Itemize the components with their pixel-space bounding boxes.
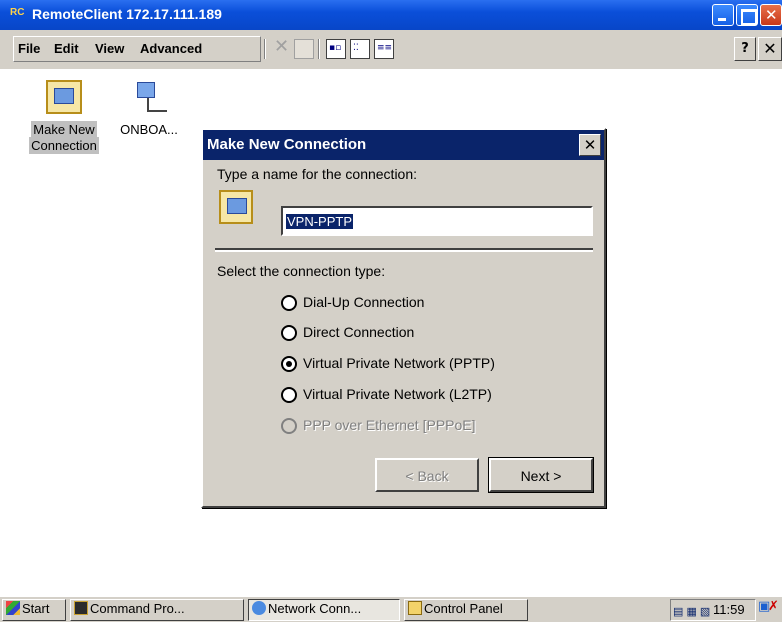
menu-edit[interactable]: Edit: [54, 41, 79, 56]
menu-advanced[interactable]: Advanced: [140, 41, 202, 56]
network-connection-icon: [131, 80, 167, 114]
title-bar[interactable]: RC RemoteClient 172.17.111.189: [0, 0, 782, 30]
radio-button[interactable]: [281, 325, 297, 341]
start-label: Start: [22, 601, 50, 616]
task-label: Control Panel: [424, 601, 503, 616]
radio-button-selected[interactable]: [281, 356, 297, 372]
item-label: ONBOA...: [120, 122, 178, 137]
onboard-connection-item[interactable]: ONBOA...: [114, 80, 184, 137]
tray-status-icons[interactable]: ▤ ▦ ▧: [673, 603, 711, 618]
window-title: RemoteClient 172.17.111.189: [32, 6, 222, 22]
window-close-button[interactable]: [760, 4, 782, 26]
minimize-button[interactable]: [712, 4, 734, 26]
task-control-panel[interactable]: Control Panel: [404, 599, 528, 621]
radio-label: PPP over Ethernet [PPPoE]: [303, 417, 476, 433]
item-label-line1: Make New: [31, 121, 97, 138]
list-view-icon[interactable]: [350, 39, 370, 59]
radio-button[interactable]: [281, 387, 297, 403]
network-icon: [252, 601, 266, 615]
start-button[interactable]: Start: [2, 599, 66, 621]
toolbar-separator: [318, 39, 320, 59]
taskbar: Start Command Pro... Network Conn... Con…: [0, 596, 782, 622]
dialog-title: Make New Connection: [207, 136, 367, 153]
radio-label: Direct Connection: [303, 324, 415, 340]
system-tray: ▤ ▦ ▧ 11:59: [670, 599, 756, 621]
connection-name-input[interactable]: VPN-PPTP: [281, 206, 593, 236]
dialog-close-button[interactable]: ✕: [579, 134, 601, 156]
close-button[interactable]: ✕: [758, 37, 782, 61]
item-label-line2: Connection: [29, 137, 99, 154]
radio-button-disabled: [281, 418, 297, 434]
menu-strip: [13, 36, 261, 62]
type-prompt-label: Select the connection type:: [217, 263, 386, 279]
task-network-connections[interactable]: Network Conn...: [248, 599, 400, 621]
toolbar-separator: [264, 39, 266, 59]
divider: [215, 248, 593, 252]
make-new-connection-item[interactable]: Make New Connection: [18, 80, 110, 154]
name-prompt-label: Type a name for the connection:: [217, 166, 418, 182]
tray-extra-icon[interactable]: ✗: [768, 599, 782, 621]
task-label: Command Pro...: [90, 601, 185, 616]
radio-label: Virtual Private Network (L2TP): [303, 386, 492, 402]
menu-file[interactable]: File: [18, 41, 40, 56]
app-icon: RC: [10, 7, 25, 18]
back-button: < Back: [375, 458, 479, 492]
maximize-button[interactable]: [736, 4, 758, 26]
connection-icon: [219, 190, 253, 224]
control-panel-icon: [408, 601, 422, 615]
task-label: Network Conn...: [268, 601, 362, 616]
make-new-connection-icon: [46, 80, 82, 114]
next-button[interactable]: Next >: [488, 457, 594, 493]
details-view-icon[interactable]: [374, 39, 394, 59]
menu-bar: File Edit View Advanced ? ✕: [0, 30, 782, 70]
radio-button[interactable]: [281, 295, 297, 311]
command-prompt-icon: [74, 601, 88, 615]
properties-icon[interactable]: [294, 39, 314, 59]
radio-label: Virtual Private Network (PPTP): [303, 355, 495, 371]
clock: 11:59: [713, 602, 745, 617]
make-new-connection-dialog: Make New Connection ✕ Type a name for th…: [201, 128, 606, 508]
start-icon: [6, 601, 20, 615]
menu-view[interactable]: View: [95, 41, 124, 56]
connection-name-value: VPN-PPTP: [286, 214, 354, 229]
help-button[interactable]: ?: [734, 37, 756, 61]
task-command-prompt[interactable]: Command Pro...: [70, 599, 244, 621]
radio-label: Dial-Up Connection: [303, 294, 425, 310]
delete-icon[interactable]: [272, 36, 292, 59]
dialog-title-bar[interactable]: Make New Connection: [203, 130, 604, 160]
large-icons-view-icon[interactable]: [326, 39, 346, 59]
